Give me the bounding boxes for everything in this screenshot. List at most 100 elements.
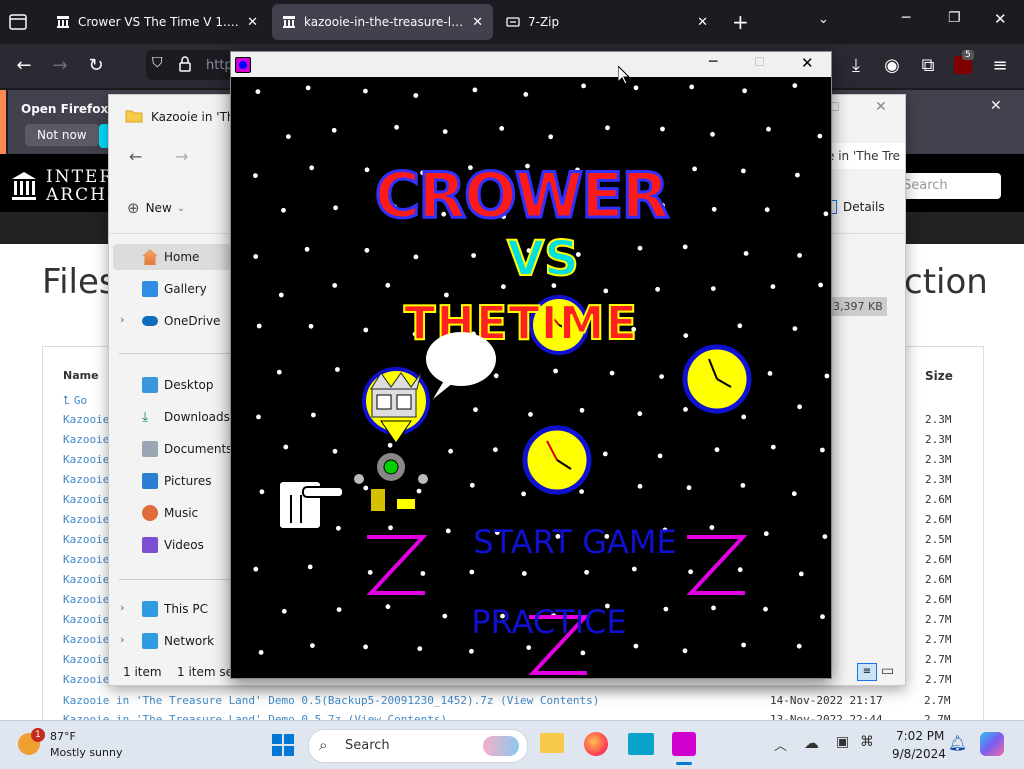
file-row-link[interactable]: Kazooie bbox=[63, 433, 109, 446]
tab-crower[interactable]: Crower VS The Time V 1.7 : Luc ✕ bbox=[46, 4, 268, 40]
file-row-link[interactable]: Kazooie bbox=[63, 493, 109, 506]
windows-start-icon[interactable] bbox=[272, 734, 294, 759]
close-icon[interactable]: ✕ bbox=[801, 54, 814, 72]
sidebar-item-this-pc[interactable]: This PC bbox=[142, 598, 208, 620]
minimize-icon[interactable]: ─ bbox=[709, 54, 717, 70]
forward-arrow-icon[interactable]: → bbox=[175, 147, 188, 166]
explorer-tab-title[interactable]: Kazooie in 'The bbox=[151, 110, 242, 124]
sidebar-item-network[interactable]: Network bbox=[142, 630, 214, 652]
sidebar-item-music[interactable]: Music bbox=[142, 502, 198, 524]
star bbox=[817, 133, 823, 139]
tab-7zip[interactable]: 7-Zip ✕ bbox=[496, 4, 718, 40]
account-icon[interactable]: ◉ bbox=[880, 54, 904, 78]
maximize-icon[interactable]: ☐ bbox=[754, 55, 765, 69]
tab-kazooie[interactable]: kazooie-in-the-treasure-land-p ✕ bbox=[272, 4, 493, 40]
sidebar-item-gallery[interactable]: Gallery bbox=[142, 278, 207, 300]
minimize-icon[interactable]: ─ bbox=[902, 10, 910, 26]
search-highlight-icon bbox=[483, 736, 519, 756]
chevron-down-icon[interactable]: ⌄ bbox=[818, 12, 829, 27]
tab-list-icon[interactable] bbox=[8, 12, 28, 32]
sidebar-item-onedrive[interactable]: OneDrive bbox=[142, 310, 220, 332]
firefox-taskbar-icon[interactable] bbox=[584, 732, 608, 756]
weather-badge: 1 bbox=[31, 728, 45, 742]
picture-viewer-taskbar-icon[interactable] bbox=[628, 733, 654, 755]
forward-arrow-icon[interactable]: → bbox=[48, 54, 72, 78]
chevron-right-icon[interactable]: › bbox=[120, 601, 124, 614]
star bbox=[336, 607, 342, 612]
tiles-view-icon[interactable]: ▭ bbox=[881, 663, 894, 679]
game-window: ─ ☐ ✕ CROWER VS THETIME START GAME PRACT… bbox=[230, 51, 832, 679]
file-row-link[interactable]: Kazooie bbox=[63, 513, 109, 526]
file-row-link[interactable]: Kazooie bbox=[63, 593, 109, 606]
sidebar-item-videos[interactable]: Videos bbox=[142, 534, 204, 556]
notification-bell-icon[interactable]: 🔔︎ bbox=[948, 734, 967, 752]
chevron-right-icon[interactable]: › bbox=[120, 313, 124, 326]
chevron-right-icon[interactable]: › bbox=[120, 633, 124, 646]
file-row-link[interactable]: Kazooie bbox=[63, 653, 109, 666]
star bbox=[631, 566, 637, 572]
back-arrow-icon[interactable]: ← bbox=[12, 54, 36, 78]
chevron-up-icon[interactable]: ︿ bbox=[774, 735, 787, 754]
desktop-icon bbox=[142, 377, 158, 393]
file-row-link[interactable]: Kazooie bbox=[63, 613, 109, 626]
clock-date[interactable]: 9/8/2024 bbox=[892, 747, 946, 761]
sidebar-item-pictures[interactable]: Pictures bbox=[142, 470, 212, 492]
star bbox=[364, 167, 370, 173]
close-icon[interactable]: ✕ bbox=[994, 10, 1007, 28]
file-explorer-taskbar-icon[interactable] bbox=[540, 733, 564, 753]
menu-icon[interactable]: ≡ bbox=[988, 54, 1012, 78]
taskbar-search-box[interactable]: ⌕ Search bbox=[308, 729, 528, 763]
star bbox=[603, 288, 609, 294]
details-view-icon[interactable]: ≡ bbox=[857, 663, 877, 681]
maximize-icon[interactable]: ❐ bbox=[948, 10, 961, 26]
network-icon[interactable]: ⌘ bbox=[860, 734, 874, 750]
file-row-link[interactable]: Kazooie bbox=[63, 413, 109, 426]
cloud-sync-icon[interactable]: ☁ bbox=[804, 734, 819, 752]
file-row-link[interactable]: Kazooie bbox=[63, 673, 109, 686]
copilot-icon[interactable] bbox=[980, 732, 1004, 756]
download-icon[interactable]: ⤓ bbox=[844, 54, 868, 78]
menu-practice[interactable]: PRACTICE bbox=[471, 603, 626, 641]
new-button[interactable]: ⊕ New ⌄ bbox=[127, 199, 185, 217]
display-icon[interactable]: ▣ bbox=[836, 734, 849, 750]
game-title-bar[interactable]: ─ ☐ ✕ bbox=[231, 52, 831, 77]
address-bar[interactable]: e in 'The Tre bbox=[821, 143, 905, 169]
file-row-link[interactable]: Kazooie bbox=[63, 633, 109, 646]
close-icon[interactable]: ✕ bbox=[472, 15, 483, 30]
ia-logo-icon[interactable] bbox=[10, 170, 38, 205]
not-now-button[interactable]: Not now bbox=[25, 124, 99, 146]
url-bar[interactable]: ⛉ http bbox=[146, 50, 236, 80]
star bbox=[364, 247, 370, 253]
game-taskbar-icon[interactable] bbox=[672, 732, 696, 756]
game-canvas[interactable]: CROWER VS THETIME START GAME PRACTICE bbox=[231, 77, 831, 678]
go-up-link[interactable]: ⮤ Go bbox=[63, 393, 87, 408]
star bbox=[526, 645, 532, 650]
column-header-size[interactable]: Size bbox=[925, 369, 953, 383]
file-row-link[interactable]: Kazooie bbox=[63, 533, 109, 546]
new-tab-button[interactable]: + bbox=[732, 10, 749, 34]
sidebar-label: This PC bbox=[164, 602, 208, 616]
close-icon[interactable]: ✕ bbox=[875, 99, 887, 115]
file-row-link[interactable]: Kazooie bbox=[63, 453, 109, 466]
file-row-link[interactable]: Kazooie bbox=[63, 473, 109, 486]
column-header-name[interactable]: Name bbox=[63, 369, 99, 382]
sidebar-label: OneDrive bbox=[164, 314, 221, 328]
sidebar-item-home[interactable]: Home bbox=[142, 246, 199, 268]
ia-search-input[interactable]: Search bbox=[895, 173, 1001, 199]
file-row-link[interactable]: Kazooie in 'The Treasure Land' Demo 0.5(… bbox=[63, 694, 599, 707]
file-row-link[interactable]: Kazooie bbox=[63, 553, 109, 566]
extensions-icon[interactable]: ⧉ bbox=[916, 54, 940, 78]
hand-pointer-icon[interactable] bbox=[278, 480, 344, 530]
back-arrow-icon[interactable]: ← bbox=[129, 147, 142, 166]
sidebar-item-documents[interactable]: Documents bbox=[142, 438, 232, 460]
details-button[interactable]: Details bbox=[823, 200, 885, 214]
close-icon[interactable]: ✕ bbox=[990, 98, 1002, 114]
close-icon[interactable]: ✕ bbox=[697, 15, 708, 30]
clock-time[interactable]: 7:02 PM bbox=[896, 729, 944, 743]
sidebar-item-downloads[interactable]: ⤓ Downloads bbox=[142, 406, 230, 428]
reload-icon[interactable]: ↻ bbox=[84, 54, 108, 78]
file-row-link[interactable]: Kazooie bbox=[63, 573, 109, 586]
close-icon[interactable]: ✕ bbox=[247, 15, 258, 30]
menu-start-game[interactable]: START GAME bbox=[473, 523, 676, 561]
sidebar-item-desktop[interactable]: Desktop bbox=[142, 374, 214, 396]
